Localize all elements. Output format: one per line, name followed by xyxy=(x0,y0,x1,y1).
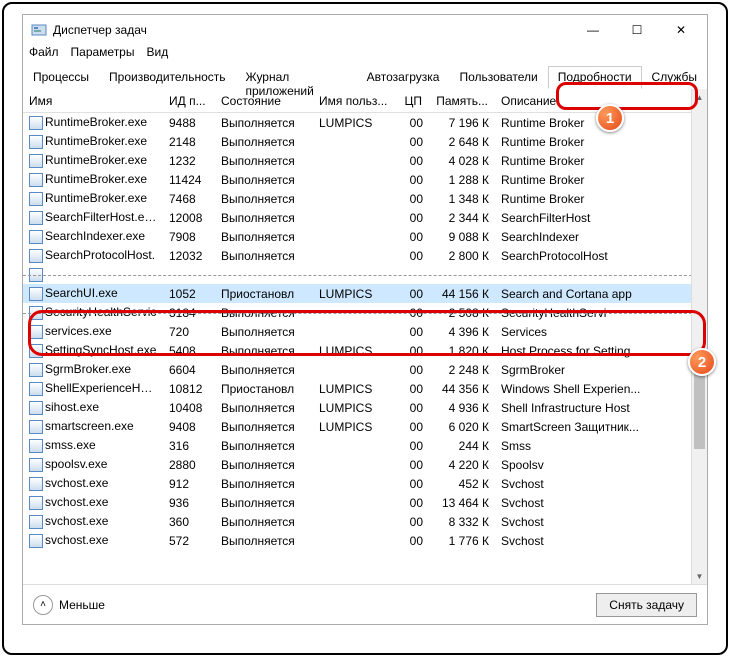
process-icon xyxy=(29,382,43,396)
app-icon xyxy=(31,22,47,38)
maximize-button[interactable]: ☐ xyxy=(615,15,659,45)
window-title: Диспетчер задач xyxy=(53,23,571,37)
table-row[interactable]: SearchProtocolHost.12032Выполняется002 8… xyxy=(23,246,707,265)
tab-processes[interactable]: Процессы xyxy=(23,66,99,89)
fewer-details-button[interactable]: ˄ Меньше xyxy=(33,595,105,615)
process-icon xyxy=(29,363,43,377)
process-icon xyxy=(29,116,43,130)
col-desc[interactable]: Описание xyxy=(495,94,691,108)
menu-view[interactable]: Вид xyxy=(146,45,168,65)
table-row[interactable]: svchost.exe912Выполняется00452 КSvchost xyxy=(23,474,707,493)
process-icon xyxy=(29,496,43,510)
table-row[interactable]: SearchUI.exe1052ПриостановлLUMPICS0044 1… xyxy=(23,284,707,303)
table-row[interactable]: svchost.exe936Выполняется0013 464 КSvcho… xyxy=(23,493,707,512)
col-name[interactable]: Имя xyxy=(23,94,163,108)
menu-file[interactable]: Файл xyxy=(29,45,59,65)
scrollbar[interactable]: ▲ ▼ xyxy=(691,89,707,584)
table-row[interactable]: RuntimeBroker.exe1232Выполняется004 028 … xyxy=(23,151,707,170)
annotation-badge-1: 1 xyxy=(596,104,624,132)
details-panel: Имя ИД п... Состояние Имя польз... ЦП Па… xyxy=(23,89,707,584)
process-icon xyxy=(29,287,43,301)
table-row[interactable]: services.exe720Выполняется004 396 КServi… xyxy=(23,322,707,341)
minimize-button[interactable]: — xyxy=(571,15,615,45)
table-row[interactable]: smartscreen.exe9408ВыполняетсяLUMPICS006… xyxy=(23,417,707,436)
process-icon xyxy=(29,515,43,529)
end-task-button[interactable]: Снять задачу xyxy=(596,593,697,617)
tab-details[interactable]: Подробности xyxy=(548,66,642,89)
col-mem[interactable]: Память... xyxy=(429,94,495,108)
process-icon xyxy=(29,192,43,206)
annotation-badge-2: 2 xyxy=(688,348,716,376)
process-icon xyxy=(29,458,43,472)
tab-performance[interactable]: Производительность xyxy=(99,66,235,89)
table-row[interactable]: SettingSyncHost.exe5408ВыполняетсяLUMPIC… xyxy=(23,341,707,360)
process-icon xyxy=(29,325,43,339)
titlebar: Диспетчер задач — ☐ ✕ xyxy=(23,15,707,45)
process-icon xyxy=(29,439,43,453)
chevron-up-icon: ˄ xyxy=(33,595,53,615)
table-row[interactable]: smss.exe316Выполняется00244 КSmss xyxy=(23,436,707,455)
process-icon xyxy=(29,401,43,415)
col-user[interactable]: Имя польз... xyxy=(313,94,395,108)
tab-users[interactable]: Пользователи xyxy=(449,66,547,89)
process-icon xyxy=(29,173,43,187)
process-icon xyxy=(29,135,43,149)
table-row[interactable] xyxy=(23,265,707,284)
table-row[interactable]: svchost.exe360Выполняется008 332 КSvchos… xyxy=(23,512,707,531)
table-row[interactable]: SearchFilterHost.exe12008Выполняется002 … xyxy=(23,208,707,227)
process-icon xyxy=(29,268,43,282)
table-row[interactable]: SgrmBroker.exe6604Выполняется002 248 КSg… xyxy=(23,360,707,379)
col-state[interactable]: Состояние xyxy=(215,94,313,108)
tab-startup[interactable]: Автозагрузка xyxy=(357,66,450,89)
process-icon xyxy=(29,154,43,168)
process-icon xyxy=(29,344,43,358)
table-row[interactable]: sihost.exe10408ВыполняетсяLUMPICS004 936… xyxy=(23,398,707,417)
process-icon xyxy=(29,230,43,244)
tab-services[interactable]: Службы xyxy=(642,66,707,89)
process-icon xyxy=(29,306,43,320)
process-icon xyxy=(29,420,43,434)
table-row[interactable]: SecurityHealthServic3184Выполняется002 5… xyxy=(23,303,707,322)
col-pid[interactable]: ИД п... xyxy=(163,94,215,108)
table-row[interactable]: RuntimeBroker.exe11424Выполняется001 288… xyxy=(23,170,707,189)
table-row[interactable]: ShellExperienceHost.10812ПриостановлLUMP… xyxy=(23,379,707,398)
process-icon xyxy=(29,534,43,548)
menubar: Файл Параметры Вид xyxy=(23,45,707,65)
process-icon xyxy=(29,249,43,263)
footer: ˄ Меньше Снять задачу xyxy=(23,584,707,624)
table-row[interactable]: RuntimeBroker.exe7468Выполняется001 348 … xyxy=(23,189,707,208)
table-row[interactable]: spoolsv.exe2880Выполняется004 220 КSpool… xyxy=(23,455,707,474)
scroll-thumb[interactable] xyxy=(694,369,705,449)
table-row[interactable]: SearchIndexer.exe7908Выполняется009 088 … xyxy=(23,227,707,246)
menu-options[interactable]: Параметры xyxy=(71,45,135,65)
scroll-down-icon[interactable]: ▼ xyxy=(692,568,707,584)
process-list: RuntimeBroker.exe9488ВыполняетсяLUMPICS0… xyxy=(23,113,707,584)
tab-apphistory[interactable]: Журнал приложений xyxy=(236,66,357,89)
table-row[interactable]: RuntimeBroker.exe2148Выполняется002 648 … xyxy=(23,132,707,151)
close-button[interactable]: ✕ xyxy=(659,15,703,45)
table-row[interactable]: svchost.exe572Выполняется001 776 КSvchos… xyxy=(23,531,707,550)
scroll-up-icon[interactable]: ▲ xyxy=(692,89,707,105)
process-icon xyxy=(29,477,43,491)
tabs: Процессы Производительность Журнал прило… xyxy=(23,65,707,89)
col-cpu[interactable]: ЦП xyxy=(395,94,429,108)
process-icon xyxy=(29,211,43,225)
